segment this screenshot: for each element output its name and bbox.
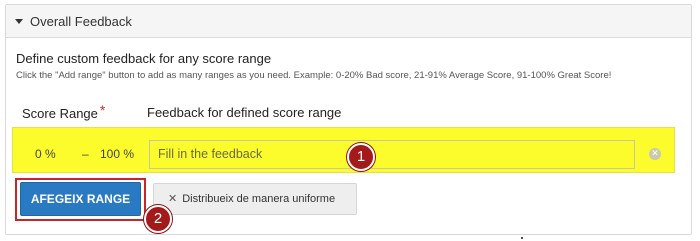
distribute-label: Distribueix de manera uniforme (182, 193, 336, 205)
close-icon: ✕ (168, 192, 178, 205)
required-marker: * (99, 102, 106, 118)
caret-down-icon[interactable] (15, 19, 23, 24)
range-row: 0 % – 100 % Fill in the feedback ✕ (12, 127, 675, 173)
range-to-value[interactable]: 100 % (100, 147, 134, 161)
callout-marker-1: 1 (347, 143, 375, 171)
feedback-input[interactable]: Fill in the feedback (149, 140, 635, 169)
range-dash: – (82, 147, 89, 161)
panel-header[interactable]: Overall Feedback (6, 5, 691, 38)
stray-dot (521, 237, 523, 239)
panel-title: Overall Feedback (30, 14, 132, 29)
score-range-label: Score Range (22, 106, 98, 121)
distribute-evenly-button[interactable]: ✕ Distribueix de manera uniforme (153, 183, 357, 215)
range-from-value[interactable]: 0 % (35, 147, 56, 161)
remove-circle-icon[interactable]: ✕ (649, 148, 661, 160)
callout-marker-2: 2 (144, 205, 172, 233)
define-help-text: Click the "Add range" button to add as m… (16, 70, 612, 81)
add-range-button[interactable]: AFEGEIX RANGE (20, 182, 141, 216)
define-title: Define custom feedback for any score ran… (16, 51, 272, 66)
feedback-header: Feedback for defined score range (147, 105, 342, 120)
score-range-header: Score Range * (22, 102, 106, 121)
